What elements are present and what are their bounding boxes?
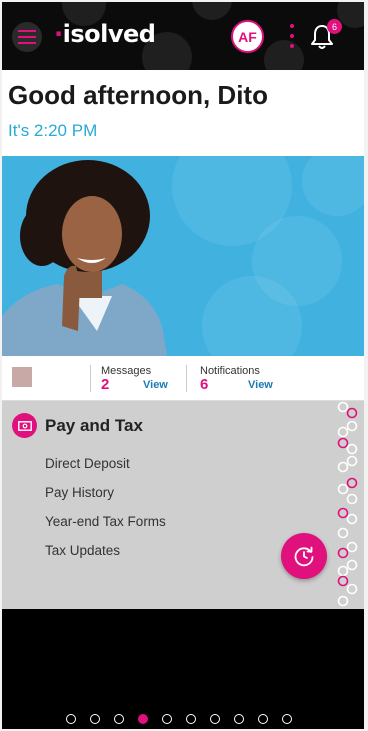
notifications-label: Notifications — [200, 365, 260, 377]
money-icon — [12, 413, 37, 438]
notifications-view-link[interactable]: View — [248, 379, 273, 391]
page-dot[interactable] — [162, 714, 172, 724]
notifications-count: 6 — [200, 376, 209, 393]
notification-badge: 6 — [327, 19, 342, 34]
page-dot[interactable] — [234, 714, 244, 724]
isolved-logo: ·isolved — [54, 20, 156, 48]
counts-row: Messages 2 View Notifications 6 View — [2, 356, 364, 401]
quick-action-button[interactable] — [281, 533, 327, 579]
user-avatar[interactable]: AF — [231, 20, 264, 53]
page-dot[interactable] — [186, 714, 196, 724]
clock-icon — [294, 546, 314, 567]
divider — [90, 365, 91, 392]
app-screen: ·isolved AF 6 Good afternoon, Dito It's … — [2, 2, 364, 729]
greeting-section: Good afternoon, Dito It's 2:20 PM — [2, 70, 364, 156]
card-title: Pay and Tax — [45, 416, 143, 435]
header-bubble — [264, 40, 304, 70]
messages-count: 2 — [101, 376, 110, 393]
page-dot[interactable] — [114, 714, 124, 724]
pay-history-link[interactable]: Pay History — [45, 485, 114, 500]
messages-view-link[interactable]: View — [143, 379, 168, 391]
pay-and-tax-card: Pay and Tax Direct Deposit Pay History Y… — [2, 401, 364, 609]
tax-updates-link[interactable]: Tax Updates — [45, 543, 120, 558]
page-dot[interactable] — [90, 714, 100, 724]
hero-bubble — [302, 156, 364, 216]
page-indicator — [66, 714, 292, 724]
direct-deposit-link[interactable]: Direct Deposit — [45, 456, 130, 471]
profile-thumbnail[interactable] — [12, 367, 32, 387]
page-dot[interactable] — [258, 714, 268, 724]
divider — [186, 365, 187, 392]
more-vert-icon[interactable] — [288, 24, 296, 48]
greeting-title: Good afternoon, Dito — [8, 80, 268, 110]
hero-person-illustration — [2, 160, 167, 356]
hero-banner — [2, 156, 364, 356]
page-dot[interactable] — [138, 714, 148, 724]
year-end-tax-forms-link[interactable]: Year-end Tax Forms — [45, 514, 166, 529]
app-header: ·isolved AF 6 — [2, 2, 364, 70]
page-dot[interactable] — [282, 714, 292, 724]
decorative-chain-pattern — [337, 401, 358, 607]
greeting-time: It's 2:20 PM — [8, 121, 98, 140]
page-dot[interactable] — [210, 714, 220, 724]
header-bubble — [192, 2, 232, 20]
page-dot[interactable] — [66, 714, 76, 724]
hamburger-icon[interactable] — [12, 22, 42, 52]
